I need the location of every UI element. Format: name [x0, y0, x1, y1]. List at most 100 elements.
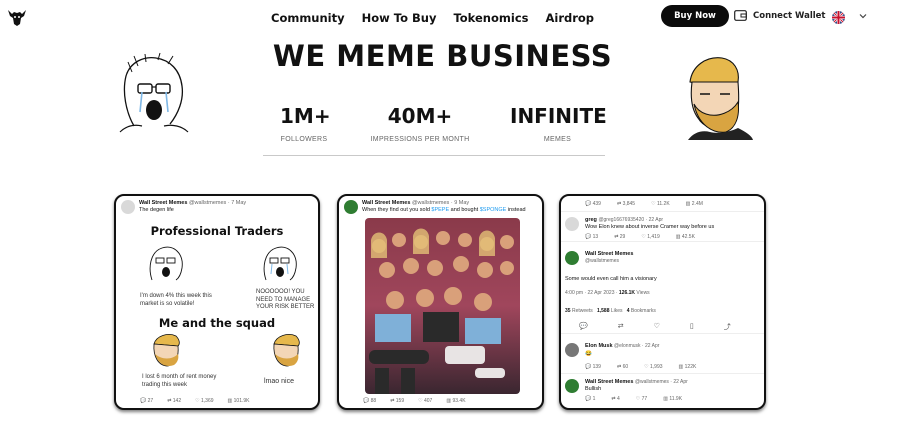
- count: 60: [622, 364, 629, 370]
- like-count[interactable]: ♡ 1,419: [641, 234, 659, 240]
- stat-followers: 1M+ FOLLOWERS: [280, 104, 331, 143]
- tweet-text: Some would even call him a visionary: [565, 276, 657, 282]
- tweet-author: Elon Musk @elonmusk · 22 Apr: [585, 343, 659, 349]
- reply-greg[interactable]: greg @greg16676935420 · 22 Apr Wow Elon …: [561, 214, 764, 242]
- tweet-actions: 💬 88 ⇄ 159 ♡ 407 ▥ 93.4K: [363, 398, 466, 404]
- nav-how-to-buy[interactable]: How To Buy: [362, 11, 437, 25]
- bookmark-icon[interactable]: ▯: [690, 322, 694, 332]
- view-count[interactable]: ▥ 11.9K: [663, 396, 682, 402]
- like-icon[interactable]: ♡: [654, 322, 660, 332]
- like-count[interactable]: ♡ 1,369: [195, 398, 213, 404]
- tweet-card-pepe-sponge[interactable]: Wall Street Memes @wallstmemes · 9 May W…: [337, 194, 544, 410]
- view-count[interactable]: ▥ 2.4M: [686, 201, 703, 207]
- view-count[interactable]: ▥ 42.5K: [676, 234, 695, 240]
- view-count[interactable]: ▥ 122K: [679, 364, 697, 370]
- tweet-card-elon-thread[interactable]: 💬 439 ⇄ 3,845 ♡ 11.2K ▥ 2.4M greg @greg1…: [559, 194, 766, 410]
- count: 11.2K: [656, 201, 670, 207]
- reply-count[interactable]: 💬 27: [140, 398, 153, 404]
- meme-caption: I'm down 4% this week this market is so …: [140, 293, 212, 307]
- author-name-text: Wall Street Memes: [585, 251, 634, 257]
- reply-count[interactable]: 💬 139: [585, 364, 601, 370]
- like-count[interactable]: ♡ 11.2K: [651, 201, 670, 207]
- count: 407: [424, 398, 433, 404]
- retweet-count[interactable]: ⇄ 60: [617, 364, 628, 370]
- count: 93.4K: [452, 398, 466, 404]
- chevron-down-icon[interactable]: [858, 11, 868, 21]
- avatar: [121, 200, 135, 214]
- stat-memes: INFINITE MEMES: [510, 104, 607, 143]
- nav-tokenomics[interactable]: Tokenomics: [453, 11, 528, 25]
- wallet-icon: [734, 10, 747, 21]
- retweet-icon[interactable]: ⇄: [618, 322, 624, 332]
- reply-count[interactable]: 💬 439: [585, 201, 601, 207]
- bookmarks-label: Bookmarks: [629, 308, 656, 314]
- crying-wojak-image: [263, 246, 297, 281]
- retweet-count[interactable]: ⇄ 3,845: [617, 201, 635, 207]
- retweet-count[interactable]: ⇄ 4: [611, 396, 619, 402]
- tweet-actions-top: 💬 439 ⇄ 3,845 ♡ 11.2K ▥ 2.4M: [561, 196, 764, 212]
- count: 77: [641, 396, 648, 402]
- text-part: instead: [506, 207, 526, 213]
- author-handle: @wallstmemes · 7 May: [188, 200, 247, 206]
- party-photo-image[interactable]: [365, 218, 520, 394]
- uk-flag-icon[interactable]: [832, 11, 845, 24]
- bull-logo-icon[interactable]: [6, 6, 28, 28]
- likes-label: Likes: [609, 308, 623, 314]
- tweet-timestamp: 4:00 pm · 22 Apr 2023 · 126.1K Views: [565, 290, 650, 296]
- reply-elon[interactable]: Elon Musk @elonmusk · 22 Apr 😂 💬 139 ⇄ 6…: [561, 340, 764, 374]
- view-count[interactable]: ▥ 101.9K: [228, 398, 250, 404]
- tweet-author: greg @greg16676935420 · 22 Apr: [585, 217, 663, 223]
- reply-wallstmemes[interactable]: Wall Street Memes @wallstmemes · 22 Apr …: [561, 376, 764, 408]
- author-name: Elon Musk: [585, 343, 613, 349]
- avatar: [565, 217, 579, 231]
- text-part: When they find out you sold: [362, 207, 432, 213]
- connect-wallet-button[interactable]: Connect Wallet: [734, 10, 825, 21]
- reply-count[interactable]: 💬 13: [585, 234, 598, 240]
- retweet-count[interactable]: ⇄ 142: [167, 398, 181, 404]
- count: 142: [172, 398, 182, 404]
- count: 1,369: [201, 398, 214, 404]
- reply-count[interactable]: 💬 1: [585, 396, 595, 402]
- author-handle: @elonmusk · 22 Apr: [614, 343, 660, 349]
- sponge-cashtag[interactable]: $SPONGE: [480, 207, 507, 213]
- retweet-count[interactable]: ⇄ 159: [390, 398, 404, 404]
- share-icon[interactable]: ⤴: [724, 322, 731, 332]
- buy-now-button[interactable]: Buy Now: [661, 5, 729, 27]
- tweet-card-professional-traders[interactable]: Wall Street Memes @wallstmemes · 7 May T…: [114, 194, 320, 410]
- tweet-author: Wall Street Memes @wallstmemes · 22 Apr: [585, 379, 688, 385]
- count: 13: [592, 234, 599, 240]
- meme-caption: lmao nice: [264, 378, 294, 385]
- author-name: Wall Street Memes: [585, 251, 633, 257]
- reply-count[interactable]: 💬 88: [363, 398, 376, 404]
- tweet-text: Bullish: [585, 386, 602, 392]
- action-counts: 💬 439 ⇄ 3,845 ♡ 11.2K ▥ 2.4M: [585, 201, 703, 207]
- tweet-text: Wow Elon knew about inverse Cramer way b…: [585, 224, 715, 230]
- nav-airdrop[interactable]: Airdrop: [545, 11, 594, 25]
- tweet-actions: 💬 27 ⇄ 142 ♡ 1,369 ▥ 101.9K: [140, 398, 250, 404]
- pepe-cashtag[interactable]: $PEPE: [431, 207, 449, 213]
- count: 42.5K: [681, 234, 695, 240]
- retweet-count[interactable]: ⇄ 29: [614, 234, 625, 240]
- count: 27: [147, 398, 154, 404]
- likes: 1,588: [596, 308, 610, 314]
- stat-impressions: 40M+ IMPRESSIONS PER MONTH: [367, 104, 473, 143]
- main-nav: Community How To Buy Tokenomics Airdrop: [271, 11, 611, 25]
- like-count[interactable]: ♡ 77: [636, 396, 647, 402]
- author-handle: @greg16676935420 · 22 Apr: [598, 217, 664, 223]
- count: 88: [370, 398, 377, 404]
- avatar: [344, 200, 358, 214]
- like-count[interactable]: ♡ 407: [418, 398, 432, 404]
- stat-value: INFINITE: [510, 104, 607, 128]
- stat-label: FOLLOWERS: [280, 136, 328, 143]
- avatar: [565, 343, 579, 357]
- crying-wojak-image: [149, 246, 183, 281]
- nav-community[interactable]: Community: [271, 11, 345, 25]
- count: 139: [592, 364, 601, 370]
- main-tweet[interactable]: Wall Street Memes @wallstmemes Some woul…: [561, 248, 764, 334]
- text-part: and bought: [449, 207, 480, 213]
- tweet-header: Wall Street Memes @wallstmemes · 7 May T…: [116, 196, 318, 214]
- reply-icon[interactable]: 💬: [579, 322, 588, 332]
- stat-value: 1M+: [280, 104, 331, 128]
- view-count[interactable]: ▥ 93.4K: [446, 398, 465, 404]
- like-count[interactable]: ♡ 1,993: [644, 364, 662, 370]
